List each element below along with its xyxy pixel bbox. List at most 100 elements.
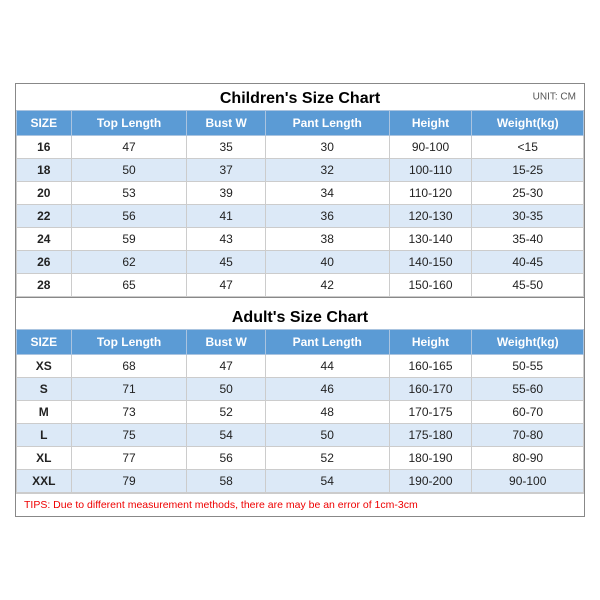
table-cell: 170-175: [389, 401, 472, 424]
adult-col-header-height: Height: [389, 330, 472, 355]
adult-col-header-top-length: Top Length: [71, 330, 187, 355]
table-cell: 58: [187, 470, 265, 493]
tips-row: TIPS: Due to different measurement metho…: [16, 493, 584, 516]
table-cell: 15-25: [472, 159, 584, 182]
adult-col-header-weight: Weight(kg): [472, 330, 584, 355]
table-cell: 28: [17, 274, 72, 297]
table-cell: 56: [187, 447, 265, 470]
table-row: XXL795854190-20090-100: [17, 470, 584, 493]
table-cell: 190-200: [389, 470, 472, 493]
table-cell: 16: [17, 136, 72, 159]
table-cell: 60-70: [472, 401, 584, 424]
table-cell: 59: [71, 228, 187, 251]
table-cell: 47: [71, 136, 187, 159]
table-cell: 47: [187, 355, 265, 378]
table-cell: 30-35: [472, 205, 584, 228]
table-cell: 44: [265, 355, 389, 378]
table-cell: 45-50: [472, 274, 584, 297]
col-header-top-length: Top Length: [71, 111, 187, 136]
table-row: 22564136120-13030-35: [17, 205, 584, 228]
table-cell: 39: [187, 182, 265, 205]
adult-tbody: XS684744160-16550-55S715046160-17055-60M…: [17, 355, 584, 493]
table-cell: 110-120: [389, 182, 472, 205]
children-table: SIZE Top Length Bust W Pant Length Heigh…: [16, 110, 584, 297]
table-cell: 120-130: [389, 205, 472, 228]
table-cell: 45: [187, 251, 265, 274]
col-header-bust-w: Bust W: [187, 111, 265, 136]
table-cell: 140-150: [389, 251, 472, 274]
table-cell: 65: [71, 274, 187, 297]
table-row: L755450175-18070-80: [17, 424, 584, 447]
adult-table: SIZE Top Length Bust W Pant Length Heigh…: [16, 329, 584, 493]
adult-header-row: SIZE Top Length Bust W Pant Length Heigh…: [17, 330, 584, 355]
table-row: 26624540140-15040-45: [17, 251, 584, 274]
size-chart-container: Children's Size Chart UNIT: CM SIZE Top …: [15, 83, 585, 517]
table-cell: 34: [265, 182, 389, 205]
table-cell: 160-170: [389, 378, 472, 401]
table-cell: 22: [17, 205, 72, 228]
table-cell: 68: [71, 355, 187, 378]
table-row: 28654742150-16045-50: [17, 274, 584, 297]
table-cell: 70-80: [472, 424, 584, 447]
table-cell: 48: [265, 401, 389, 424]
table-cell: XS: [17, 355, 72, 378]
table-cell: 90-100: [389, 136, 472, 159]
table-cell: 130-140: [389, 228, 472, 251]
table-row: 20533934110-12025-30: [17, 182, 584, 205]
children-header-row: SIZE Top Length Bust W Pant Length Heigh…: [17, 111, 584, 136]
table-cell: 40: [265, 251, 389, 274]
table-cell: 26: [17, 251, 72, 274]
table-cell: 50: [187, 378, 265, 401]
table-row: S715046160-17055-60: [17, 378, 584, 401]
table-row: 24594338130-14035-40: [17, 228, 584, 251]
table-cell: 53: [71, 182, 187, 205]
table-cell: 18: [17, 159, 72, 182]
table-cell: 37: [187, 159, 265, 182]
table-cell: 180-190: [389, 447, 472, 470]
table-cell: 73: [71, 401, 187, 424]
table-cell: 42: [265, 274, 389, 297]
table-cell: 175-180: [389, 424, 472, 447]
table-row: XS684744160-16550-55: [17, 355, 584, 378]
table-cell: 24: [17, 228, 72, 251]
table-cell: 46: [265, 378, 389, 401]
tips-text: TIPS: Due to different measurement metho…: [24, 499, 418, 511]
table-cell: 52: [265, 447, 389, 470]
adult-title-row: Adult's Size Chart: [16, 303, 584, 329]
table-cell: 71: [71, 378, 187, 401]
table-cell: 36: [265, 205, 389, 228]
table-cell: 20: [17, 182, 72, 205]
children-tbody: 1647353090-100<1518503732100-11015-25205…: [17, 136, 584, 297]
adult-col-header-bust-w: Bust W: [187, 330, 265, 355]
table-row: XL775652180-19080-90: [17, 447, 584, 470]
table-cell: 62: [71, 251, 187, 274]
table-cell: 47: [187, 274, 265, 297]
table-cell: 50: [71, 159, 187, 182]
table-cell: 38: [265, 228, 389, 251]
table-cell: 56: [71, 205, 187, 228]
table-cell: 54: [187, 424, 265, 447]
table-cell: 160-165: [389, 355, 472, 378]
table-cell: 50-55: [472, 355, 584, 378]
table-cell: 40-45: [472, 251, 584, 274]
table-row: M735248170-17560-70: [17, 401, 584, 424]
col-header-size: SIZE: [17, 111, 72, 136]
table-cell: L: [17, 424, 72, 447]
table-cell: 90-100: [472, 470, 584, 493]
table-cell: XL: [17, 447, 72, 470]
table-cell: 30: [265, 136, 389, 159]
table-cell: <15: [472, 136, 584, 159]
table-cell: 150-160: [389, 274, 472, 297]
adult-title: Adult's Size Chart: [232, 309, 368, 326]
table-cell: 55-60: [472, 378, 584, 401]
table-cell: 80-90: [472, 447, 584, 470]
table-row: 18503732100-11015-25: [17, 159, 584, 182]
table-cell: 54: [265, 470, 389, 493]
children-title-row: Children's Size Chart UNIT: CM: [16, 84, 584, 110]
table-cell: 52: [187, 401, 265, 424]
table-cell: 41: [187, 205, 265, 228]
table-cell: S: [17, 378, 72, 401]
table-cell: 25-30: [472, 182, 584, 205]
table-cell: 35: [187, 136, 265, 159]
table-cell: XXL: [17, 470, 72, 493]
